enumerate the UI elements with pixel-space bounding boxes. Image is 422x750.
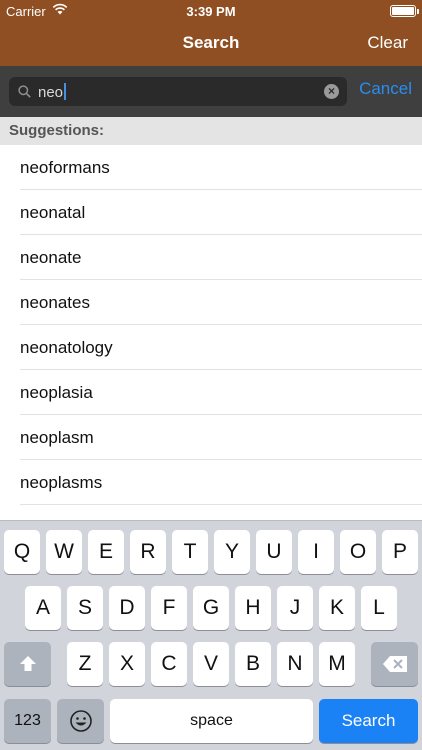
key-e[interactable]: E <box>88 530 124 574</box>
status-time: 3:39 PM <box>186 4 236 19</box>
shift-icon <box>19 656 36 671</box>
key-h[interactable]: H <box>235 586 271 630</box>
key-a[interactable]: A <box>25 586 61 630</box>
key-s[interactable]: S <box>67 586 103 630</box>
key-i[interactable]: I <box>298 530 334 574</box>
key-f[interactable]: F <box>151 586 187 630</box>
key-n[interactable]: N <box>277 642 313 686</box>
keyboard: Q W E R T Y U I O P A S D F G H J K L Z … <box>0 520 422 750</box>
search-input-value: neo <box>38 84 64 101</box>
suggestions-list: neoformans neonatal neonate neonates neo… <box>0 145 422 520</box>
key-y[interactable]: Y <box>214 530 250 574</box>
cancel-button[interactable]: Cancel <box>359 79 412 99</box>
list-item[interactable]: neoplasms <box>0 460 422 505</box>
key-m[interactable]: M <box>319 642 355 686</box>
key-w[interactable]: W <box>46 530 82 574</box>
list-item[interactable]: neoplasm <box>0 415 422 460</box>
key-x[interactable]: X <box>109 642 145 686</box>
clear-text-icon[interactable]: × <box>324 84 339 99</box>
clear-button[interactable]: Clear <box>367 33 408 53</box>
search-input[interactable]: neo × <box>9 77 347 106</box>
list-item[interactable]: neonatal <box>0 190 422 235</box>
key-z[interactable]: Z <box>67 642 103 686</box>
battery-icon <box>390 5 419 17</box>
search-key[interactable]: Search <box>319 699 418 743</box>
key-o[interactable]: O <box>340 530 376 574</box>
key-u[interactable]: U <box>256 530 292 574</box>
key-l[interactable]: L <box>361 586 397 630</box>
key-j[interactable]: J <box>277 586 313 630</box>
key-b[interactable]: B <box>235 642 271 686</box>
key-c[interactable]: C <box>151 642 187 686</box>
text-cursor <box>64 83 67 100</box>
key-p[interactable]: P <box>382 530 418 574</box>
key-g[interactable]: G <box>193 586 229 630</box>
backspace-icon <box>382 656 407 672</box>
delete-key[interactable] <box>371 642 418 686</box>
search-bar: neo × Cancel <box>0 66 422 117</box>
navigation-bar: Carrier 3:39 PM Search Clear <box>0 0 422 66</box>
list-item[interactable]: neonatology <box>0 325 422 370</box>
page-title: Search <box>182 33 240 52</box>
status-bar: Carrier 3:39 PM <box>0 0 422 22</box>
search-icon <box>18 85 31 98</box>
list-item[interactable]: neoplasia <box>0 370 422 415</box>
key-k[interactable]: K <box>319 586 355 630</box>
list-item[interactable]: neoformans <box>0 145 422 190</box>
key-v[interactable]: V <box>193 642 229 686</box>
key-d[interactable]: D <box>109 586 145 630</box>
suggestions-header: Suggestions: <box>0 117 422 145</box>
key-q[interactable]: Q <box>4 530 40 574</box>
numbers-key[interactable]: 123 <box>4 699 51 743</box>
emoji-key[interactable] <box>57 699 104 743</box>
emoji-icon <box>69 710 92 732</box>
key-r[interactable]: R <box>130 530 166 574</box>
key-t[interactable]: T <box>172 530 208 574</box>
shift-key[interactable] <box>4 642 51 686</box>
list-item[interactable]: neonate <box>0 235 422 280</box>
space-key[interactable]: space <box>110 699 313 743</box>
list-item[interactable]: neonates <box>0 280 422 325</box>
